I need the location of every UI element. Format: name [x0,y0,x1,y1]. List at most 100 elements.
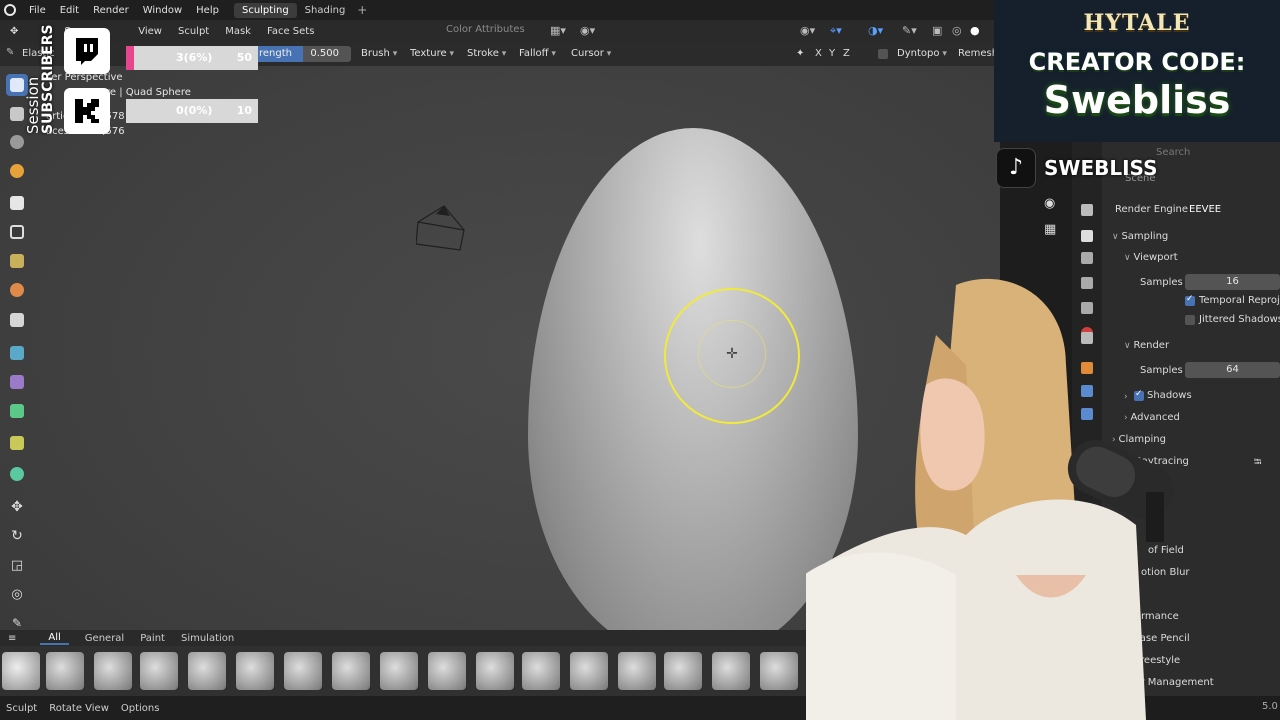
brush-thumb-clay-strips[interactable] [94,652,132,690]
texture-dropdown[interactable]: Texture [410,48,454,59]
shading-wireframe-icon[interactable]: ◎ [952,24,962,37]
brush-thumb-crease[interactable] [140,652,178,690]
menu-help[interactable]: Help [189,5,226,16]
workspace-tab-shading[interactable]: Shading [297,3,354,18]
menu-render[interactable]: Render [86,5,136,16]
kick-goal-current: 0(0%) [176,104,213,117]
gizmo-icon[interactable]: ⌖▾ [830,24,842,38]
brush-thumb-flatten[interactable] [522,652,560,690]
brush-thumb-pinch[interactable] [380,652,418,690]
subscriber-goal-progress [126,46,134,70]
axis-y-toggle[interactable]: Y [829,48,835,59]
box-trim-tool[interactable] [6,279,28,301]
brush-thumb-blob[interactable] [2,652,40,690]
subscriber-goal-current: 3(6%) [176,51,213,64]
brush-thumb-smooth[interactable] [664,652,702,690]
shelf-tab-simulation[interactable]: Simulation [173,633,242,644]
axis-x-toggle[interactable]: X [815,48,822,59]
shelf-menu-icon[interactable]: ≡ [0,633,24,644]
menu-file[interactable]: File [22,5,53,16]
move-tool-icon[interactable]: ✥ [6,496,28,518]
subscriber-goal-target: 50 [236,51,252,64]
stroke-dropdown[interactable]: Stroke [467,48,506,59]
menu-view[interactable]: View [130,26,170,37]
microphone-icon [1067,439,1174,542]
color-filter-tool[interactable] [6,160,28,182]
editor-type-icon[interactable]: ✥ [2,26,26,37]
strength-slider[interactable]: rength 0.500 [255,46,351,62]
subscribers-label: SUBSCRIBERS [40,24,56,134]
brush-thumb-fill[interactable] [570,652,608,690]
shading-solid-icon[interactable]: ● [970,24,980,37]
menu-edit[interactable]: Edit [53,5,86,16]
brush-thumb-mask[interactable] [760,652,798,690]
status-sculpt: Sculpt [6,702,38,714]
xray-icon[interactable]: ✎▾ [902,24,917,37]
brush-thumb-multires[interactable] [712,652,750,690]
menu-window[interactable]: Window [136,5,189,16]
strength-label: rength [259,48,292,59]
mesh-filter-tool[interactable] [6,342,28,364]
remesh-dropdown[interactable]: Remesh [958,48,998,59]
render-engine-dropdown[interactable]: EEVEE [1189,204,1221,215]
add-workspace-button[interactable]: + [357,3,367,17]
brush-thumb-snake-hook[interactable] [476,652,514,690]
menu-mask[interactable]: Mask [217,26,259,37]
line-project-tool[interactable] [6,309,28,331]
brush-dropdown[interactable]: Brush [361,48,397,59]
menu-sculpt[interactable]: Sculpt [170,26,217,37]
box-hide-tool[interactable] [6,221,28,243]
color-attributes-dropdown[interactable]: Color Attributes [446,24,525,35]
viewport-label: Viewport [1133,252,1178,263]
sampling-panel-header[interactable]: ∨ Sampling [1112,231,1168,242]
menu-face-sets[interactable]: Face Sets [259,26,322,37]
workspace-tab-sculpting[interactable]: Sculpting [233,2,297,18]
render-tab-icon[interactable] [1081,230,1093,242]
brush-thumb-layer[interactable] [332,652,370,690]
crosshair-icon: ✛ [726,346,738,362]
version-label: 5.0 [1262,701,1278,712]
brush-thumb-draw-sharp[interactable] [236,652,274,690]
brush-thumb-inflate[interactable] [284,652,322,690]
box-mask-tool[interactable] [6,192,28,214]
banner-creator-name: Swebliss [1043,78,1231,122]
symmetry-icon[interactable]: ▦▾ [550,24,566,37]
blender-logo-icon[interactable] [4,4,16,16]
camera-object-icon[interactable] [416,204,468,254]
visibility-icon[interactable]: ◉▾ [800,24,815,37]
brush-thumb-scrape[interactable] [618,652,656,690]
brush-thumb-grab[interactable] [428,652,466,690]
shelf-tab-all[interactable]: All [40,632,69,645]
output-tab-icon[interactable] [1081,252,1093,264]
shelf-tab-paint[interactable]: Paint [132,633,173,644]
tiktok-name: SWEBLISS [1044,156,1158,180]
symmetry-mirror-icon: ✦ [796,48,805,59]
session-subscribers-label: Session SUBSCRIBERS [24,24,60,136]
kick-goal-panel: 0(0%) 10 [126,99,258,123]
viewport-subpanel-header[interactable]: ∨ Viewport [1124,252,1178,263]
creator-code-banner: HYTALE CREATOR CODE: Swebliss [994,0,1280,142]
dyntopo-dropdown[interactable]: Dyntopo [897,48,947,59]
brush-thumb-clay[interactable] [46,652,84,690]
dyntopo-checkbox[interactable] [878,49,888,59]
shelf-tab-general[interactable]: General [77,633,132,644]
brush-thumb-draw[interactable] [188,652,226,690]
camera-view-icon[interactable]: ◉ [1044,196,1055,211]
banner-code-label: CREATOR CODE: [1028,48,1246,76]
toggle-xray-icon[interactable]: ▣ [932,24,942,37]
axis-z-toggle[interactable]: Z [843,48,850,59]
overlay-icon[interactable]: ◑▾ [868,24,883,37]
falloff-dropdown[interactable]: Falloff [519,48,556,59]
pivot-icon[interactable]: ◉▾ [580,24,595,37]
mask-by-color-tool[interactable] [6,432,28,454]
cloth-filter-tool[interactable] [6,371,28,393]
scale-tool-icon[interactable]: ◲ [6,554,28,576]
mask-by-color-2-tool[interactable] [6,463,28,485]
grid-view-icon[interactable]: ▦ [1044,222,1056,237]
box-face-set-tool[interactable] [6,250,28,272]
cursor-dropdown[interactable]: Cursor [571,48,611,59]
transform-tool-icon[interactable]: ◎ [6,583,28,605]
rotate-tool-icon[interactable]: ↻ [6,525,28,547]
tool-tab-icon[interactable] [1081,204,1093,216]
face-set-edit-tool[interactable] [6,400,28,422]
